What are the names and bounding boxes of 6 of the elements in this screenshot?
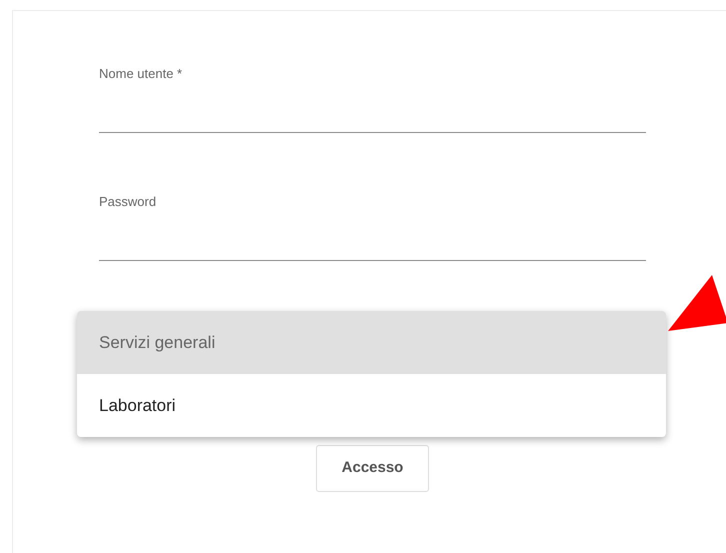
- field-label: Password: [99, 193, 158, 211]
- field-label: Nome utente *: [99, 65, 184, 83]
- menu-option[interactable]: Servizi generali: [77, 311, 666, 374]
- login-button[interactable]: Accesso: [316, 445, 429, 492]
- menu-option[interactable]: Laboratori: [77, 374, 666, 437]
- pointer-arrow: [668, 275, 726, 331]
